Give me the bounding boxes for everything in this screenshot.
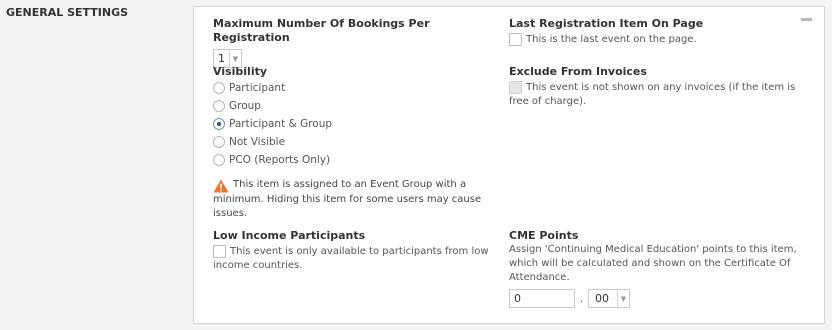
last-item-text: This is the last event on the page. xyxy=(526,34,697,45)
last-item-label: Last Registration Item On Page xyxy=(509,17,704,30)
max-bookings-label: Maximum Number Of Bookings Per Registrat… xyxy=(213,17,430,44)
exclude-invoices-label: Exclude From Invoices xyxy=(509,65,647,78)
visibility-radio[interactable] xyxy=(213,118,225,130)
visibility-option-label: Group xyxy=(229,100,261,112)
visibility-option-label: Not Visible xyxy=(229,136,286,148)
exclude-invoices-text-line1: This event is not shown on any invoices … xyxy=(526,82,796,93)
exclude-invoices-text-line2: free of charge). xyxy=(509,96,587,107)
general-settings-panel: Maximum Number Of Bookings Per Registrat… xyxy=(193,6,825,324)
last-item-checkbox[interactable] xyxy=(509,33,522,46)
visibility-label: Visibility xyxy=(213,65,268,78)
warning-text-line1: This item is assigned to an Event Group … xyxy=(233,179,467,190)
visibility-option[interactable]: PCO (Reports Only) xyxy=(213,151,495,169)
visibility-radio-group: Participant Group Participant & Group Not V… xyxy=(213,79,495,169)
low-income-checkbox[interactable] xyxy=(213,245,226,258)
cme-separator: . xyxy=(579,292,584,305)
low-income-text-line1: This event is only available to particip… xyxy=(230,246,489,257)
cme-points-input[interactable] xyxy=(509,289,575,308)
cme-decimal-select[interactable]: 00 ▼ xyxy=(588,289,630,308)
visibility-option[interactable]: Group xyxy=(213,97,495,115)
visibility-option-label: Participant & Group xyxy=(229,118,333,130)
cme-label: CME Points xyxy=(509,229,579,242)
warning-text-line3: issues. xyxy=(213,208,248,219)
visibility-option[interactable]: Not Visible xyxy=(213,133,495,151)
exclude-invoices-checkbox[interactable] xyxy=(509,81,522,94)
visibility-radio[interactable] xyxy=(213,100,225,112)
visibility-radio[interactable] xyxy=(213,136,225,148)
chevron-down-icon: ▼ xyxy=(617,290,629,307)
warning-icon xyxy=(213,179,229,193)
visibility-option[interactable]: Participant xyxy=(213,79,495,97)
visibility-option-label: PCO (Reports Only) xyxy=(229,154,331,166)
visibility-radio[interactable] xyxy=(213,82,225,94)
low-income-text-line2: income countries. xyxy=(213,260,303,271)
visibility-radio[interactable] xyxy=(213,154,225,166)
cme-desc-line2: which will be calculated and shown on th… xyxy=(509,258,791,269)
visibility-warning: This item is assigned to an Event Group … xyxy=(213,178,495,193)
low-income-label: Low Income Participants xyxy=(213,229,366,242)
visibility-option[interactable]: Participant & Group xyxy=(213,115,495,133)
cme-desc-line1: Assign 'Continuing Medical Education' po… xyxy=(509,244,797,255)
warning-text-line2: minimum. Hiding this item for some users… xyxy=(213,194,482,205)
visibility-option-label: Participant xyxy=(229,82,286,94)
cme-decimal-value: 00 xyxy=(595,292,609,305)
max-bookings-value: 1 xyxy=(218,52,225,65)
section-title: GENERAL SETTINGS xyxy=(6,6,129,19)
cme-desc-line3: Attendance. xyxy=(509,272,570,283)
